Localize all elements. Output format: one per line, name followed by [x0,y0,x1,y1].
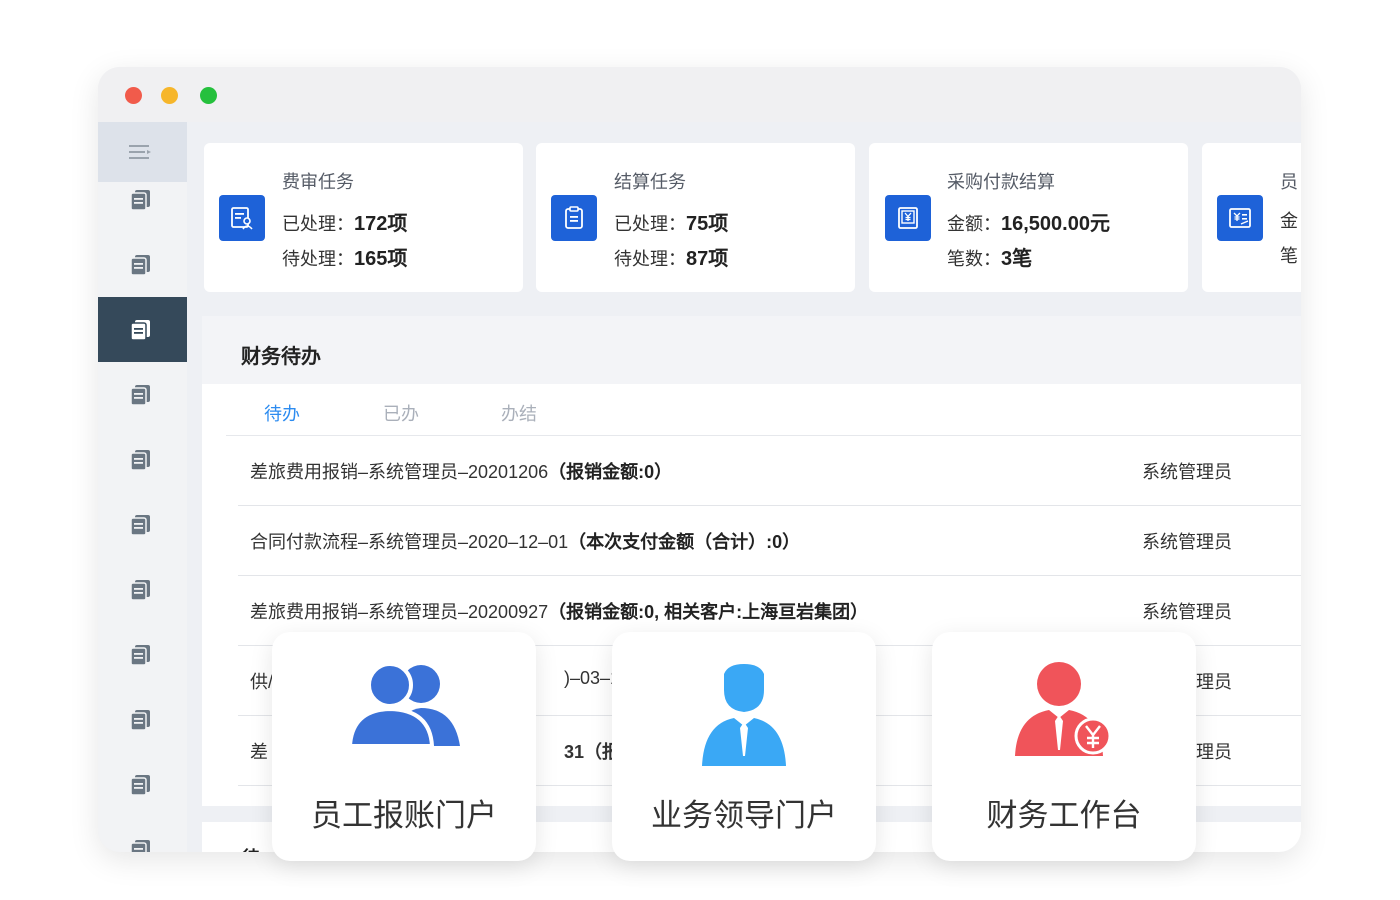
expense-review-icon [219,195,265,241]
document-icon [130,385,150,406]
portal-finance[interactable]: 财务工作台 [932,632,1196,861]
sidebar-item-5[interactable] [98,427,187,492]
title-bar [98,67,1301,122]
document-icon [130,645,150,666]
portal-label: 员工报账门户 [311,798,497,833]
row-title: 差 [250,742,268,762]
row-title: 供/ [250,672,274,692]
maximize-window-button[interactable] [200,87,217,104]
close-window-button[interactable] [125,87,142,104]
portal-label: 财务工作台 [986,798,1142,833]
sidebar-item-6[interactable] [98,492,187,557]
panel-header: 财务待办 [202,316,1301,384]
document-icon [130,320,150,341]
sidebar-item-7[interactable] [98,557,187,622]
stat-card-partial[interactable]: 员 金 笔 [1202,143,1301,292]
stat-line-pending: 待处理：87项 [614,248,729,270]
sidebar-item-4[interactable] [98,362,187,427]
stat-card-expense-review[interactable]: 费审任务 已处理：172项 待处理：165项 [204,143,523,292]
stat-line-processed: 已处理：75项 [614,213,729,235]
clipboard-icon [551,195,597,241]
finance-staff-icon [1015,662,1112,756]
table-row[interactable]: 差旅费用报销–系统管理员–20201206（报销金额:0） 系统管理员 [238,436,1301,506]
sidebar-item-11[interactable] [98,817,187,852]
document-icon [130,710,150,731]
sidebar-item-2[interactable] [98,232,187,297]
stat-card-procurement-payment[interactable]: 采购付款结算 金额：16,500.00元 笔数：3笔 [869,143,1188,292]
stat-line-count: 笔数：3笔 [947,248,1033,270]
document-icon [130,190,150,211]
yen-invoice-icon [1217,195,1263,241]
row-title: 差旅费用报销–系统管理员–20201206（报销金额:0） [250,462,673,482]
yen-document-icon [885,195,931,241]
panel-title: 财务待办 [241,346,321,368]
row-user: 系统管理员 [1142,462,1232,482]
document-icon [130,515,150,536]
table-row[interactable]: 合同付款流程–系统管理员–2020–12–01（本次支付金额（合计）:0） 系统… [238,506,1301,576]
stat-line-amount: 金 [1280,211,1298,231]
stat-title: 费审任务 [282,172,354,192]
panel-title: 待 [242,844,260,852]
portal-label: 业务领导门户 [651,798,837,833]
tab-completed[interactable]: 办结 [501,400,537,426]
sidebar-item-10[interactable] [98,752,187,817]
row-title: 差旅费用报销–系统管理员–20200927（报销金额:0, 相关客户:上海亘岩集… [250,602,869,622]
sidebar [98,122,187,852]
stat-title: 结算任务 [614,172,686,192]
row-user: 系统管理员 [1142,602,1232,622]
row-user: 理员 [1196,742,1232,762]
document-icon [130,255,150,276]
document-icon [130,580,150,601]
row-user: 系统管理员 [1142,532,1232,552]
stat-line-amount: 金额：16,500.00元 [947,213,1110,235]
tab-done[interactable]: 已办 [383,400,419,426]
row-user: 理员 [1196,672,1232,692]
stat-line-count: 笔 [1280,246,1298,266]
document-icon [130,450,150,471]
portal-employee[interactable]: 员工报账门户 [272,632,536,861]
stat-title: 员 [1280,172,1298,192]
minimize-window-button[interactable] [161,87,178,104]
stat-title: 采购付款结算 [947,172,1055,192]
menu-collapse-icon [129,145,151,159]
sidebar-item-3[interactable] [98,297,187,362]
stat-line-pending: 待处理：165项 [282,248,408,270]
tab-todo[interactable]: 待办 [264,400,300,426]
document-icon [130,775,150,796]
sidebar-item-1[interactable] [98,167,187,232]
row-title: 合同付款流程–系统管理员–2020–12–01（本次支付金额（合计）:0） [250,532,801,552]
portal-leader[interactable]: 业务领导门户 [612,632,876,861]
stat-card-settlement[interactable]: 结算任务 已处理：75项 待处理：87项 [536,143,855,292]
sidebar-item-8[interactable] [98,622,187,687]
leader-icon [702,664,786,766]
employees-icon [347,662,460,748]
document-icon [130,840,150,852]
sidebar-item-9[interactable] [98,687,187,752]
stat-line-processed: 已处理：172项 [282,213,408,235]
